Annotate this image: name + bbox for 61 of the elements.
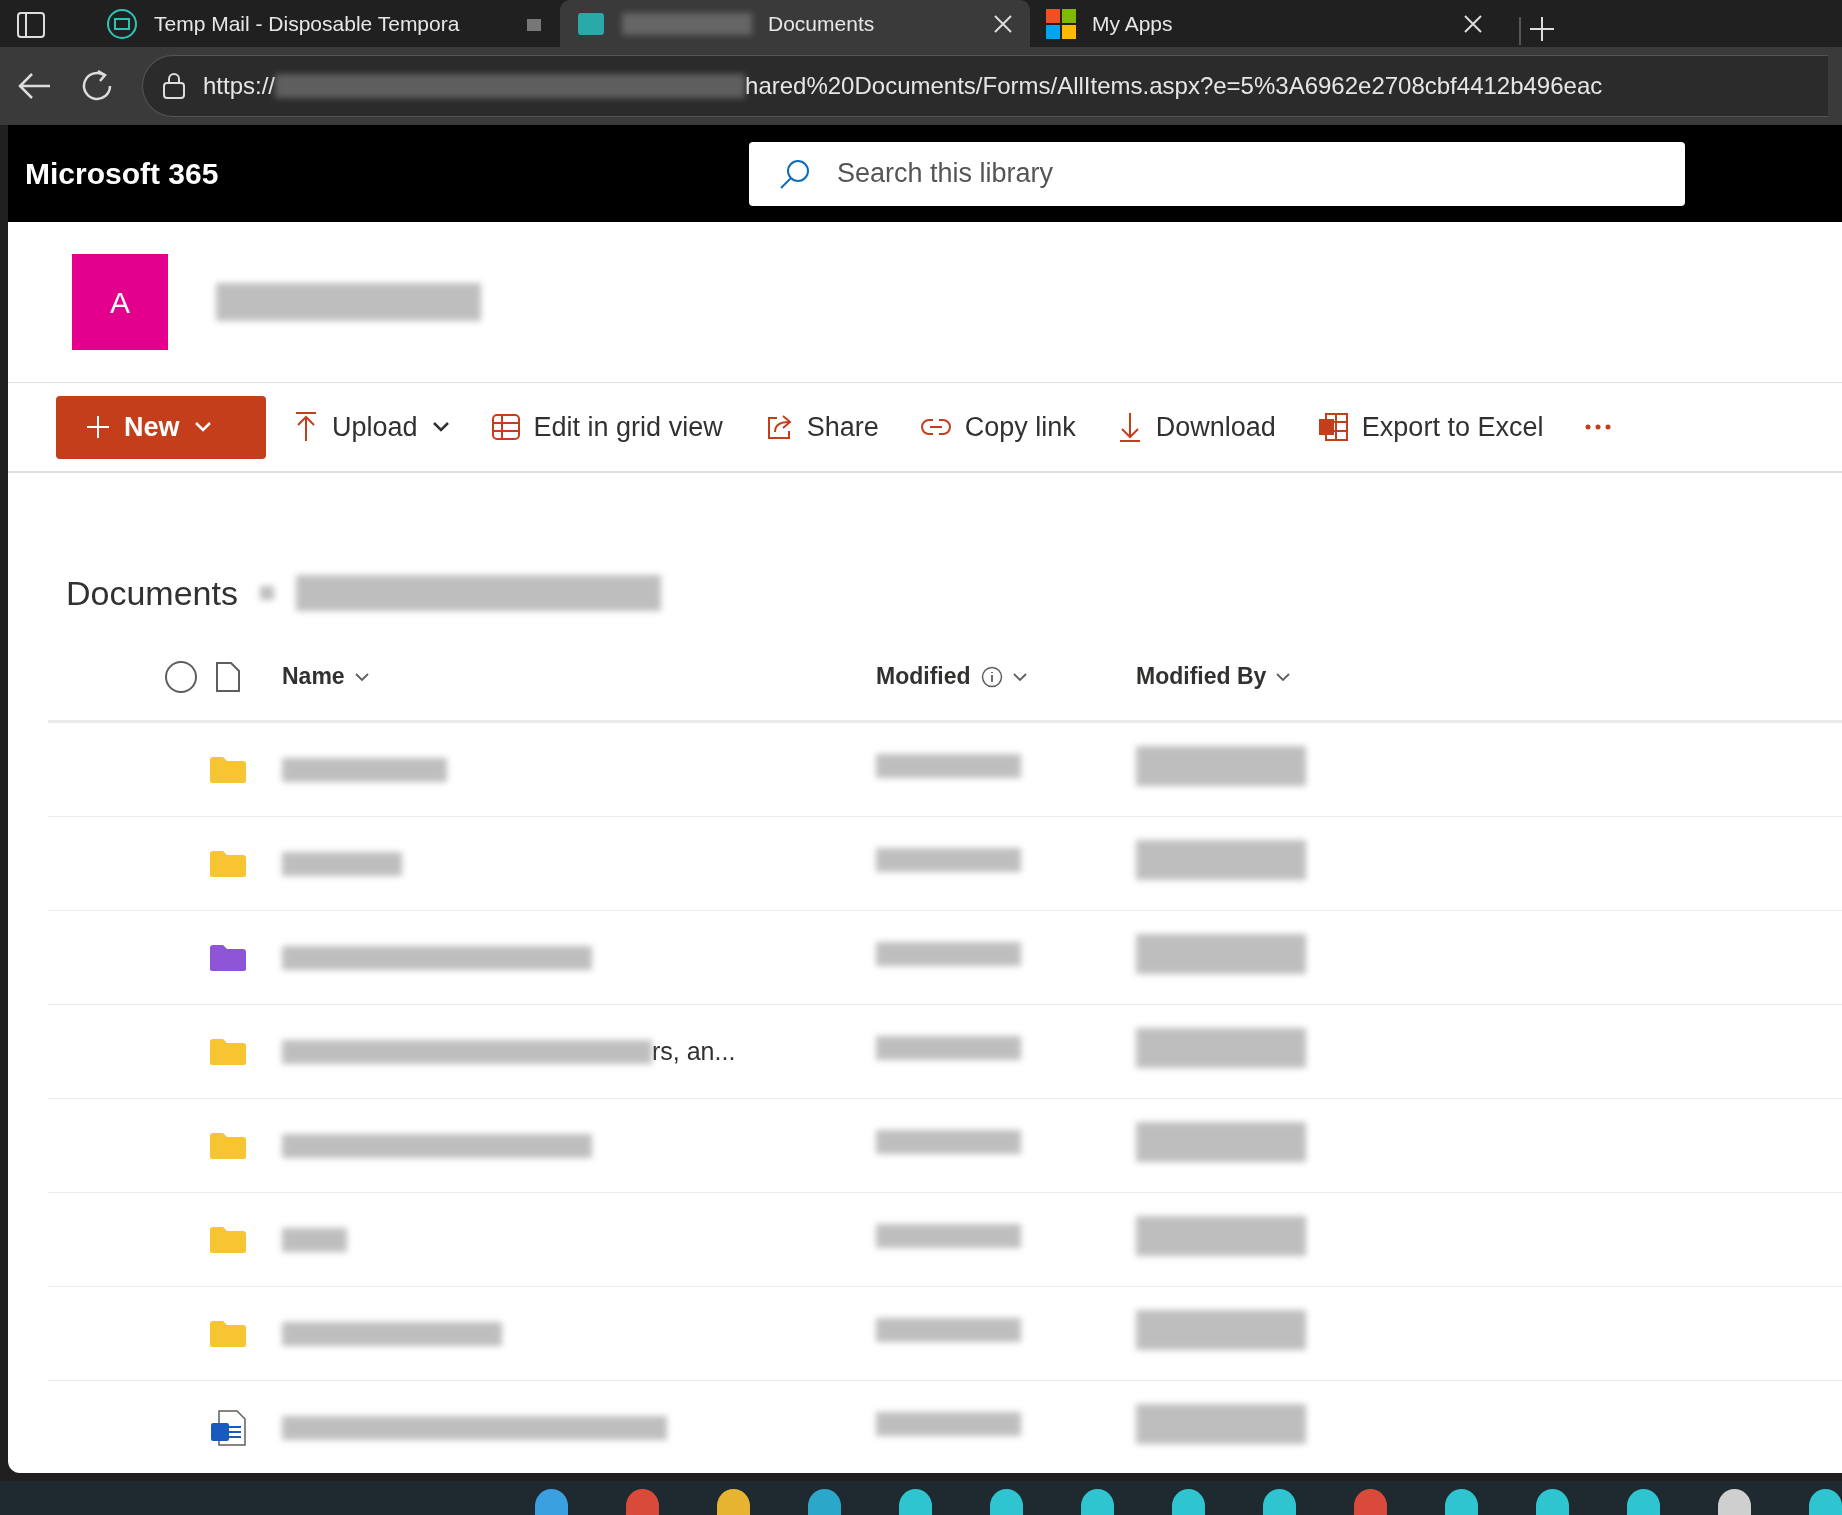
- url-text: hared%20Documents/Forms/AllItems.aspx?e=5%3A6962e2708cbf4412b496eac: [745, 71, 1603, 101]
- chevron-down-icon: [193, 421, 212, 433]
- site-avatar: A: [72, 254, 168, 350]
- close-icon[interactable]: [992, 12, 1014, 35]
- taskbar-icon[interactable]: [1627, 1489, 1660, 1515]
- upload-icon: [294, 411, 318, 443]
- separator-mark: [259, 586, 274, 600]
- url-text: https://: [203, 71, 276, 101]
- taskbar-icon[interactable]: [717, 1489, 750, 1515]
- pixelated-block: [282, 1227, 347, 1252]
- info-icon: [980, 665, 1003, 688]
- chevron-down-icon: [1276, 671, 1291, 682]
- browser-tab[interactable]: Temp Mail - Disposable Tempora: [90, 0, 560, 47]
- close-icon[interactable]: [1462, 12, 1484, 35]
- taskbar-icon[interactable]: [1263, 1489, 1296, 1515]
- taskbar-icon[interactable]: [1172, 1489, 1205, 1515]
- search-icon: [779, 157, 811, 190]
- column-header[interactable]: Modified: [876, 659, 1027, 694]
- plus-icon: [86, 415, 110, 439]
- grid-icon: [491, 414, 520, 440]
- chevron-down-icon: [431, 421, 450, 433]
- taskbar-icon[interactable]: [1081, 1489, 1114, 1515]
- search-box[interactable]: Search this library: [749, 141, 1685, 206]
- spreadsheet-icon: [1317, 413, 1348, 441]
- file-type-icon: [216, 661, 240, 692]
- command-button[interactable]: Export to Excel: [1303, 398, 1558, 456]
- taskbar-icon[interactable]: [535, 1489, 568, 1515]
- app-brand[interactable]: Microsoft 365: [25, 151, 749, 196]
- select-all-checkbox[interactable]: [164, 659, 198, 694]
- breadcrumb-item[interactable]: Documents: [66, 567, 238, 619]
- taskbar-icon[interactable]: [1445, 1489, 1478, 1515]
- chevron-down-icon: [354, 671, 369, 682]
- command-button[interactable]: New: [56, 395, 266, 459]
- lock-icon: [161, 72, 187, 100]
- envelope-icon: [106, 7, 138, 40]
- word-document-icon: [209, 1408, 247, 1447]
- tab-title: Documents: [768, 10, 875, 37]
- link-icon: [920, 417, 951, 437]
- taskbar-icon[interactable]: [1718, 1489, 1751, 1515]
- command-button[interactable]: Download: [1103, 398, 1290, 456]
- taskbar-icon[interactable]: [808, 1489, 841, 1515]
- column-header[interactable]: Name: [282, 659, 369, 694]
- command-button[interactable]: Copy link: [906, 398, 1090, 456]
- taskbar-icon[interactable]: [899, 1489, 932, 1515]
- command-button[interactable]: Share: [750, 398, 893, 456]
- address-bar[interactable]: https:// hared%20Documents/Forms/AllItems.aspx?e=5%3A6962e2708cbf4412b496eac: [142, 55, 1828, 117]
- browser-tab[interactable]: Documents: [560, 0, 1030, 47]
- tab-title: My Apps: [1092, 10, 1173, 37]
- grid-logo-icon: [1046, 8, 1076, 39]
- tab-title: Temp Mail - Disposable Tempora: [154, 10, 460, 37]
- browser-tab[interactable]: My Apps: [1030, 0, 1500, 47]
- column-header[interactable]: Modified By: [1136, 659, 1291, 694]
- chevron-down-icon: [1012, 671, 1027, 682]
- download-icon: [1117, 411, 1142, 443]
- command-button[interactable]: Upload: [280, 398, 464, 456]
- taskbar-icon[interactable]: [1536, 1489, 1569, 1515]
- more-icon: [1585, 424, 1612, 430]
- command-button[interactable]: Edit in grid view: [477, 398, 737, 456]
- taskbar-icon[interactable]: [1809, 1489, 1842, 1515]
- taskbar-icon[interactable]: [990, 1489, 1023, 1515]
- file-name[interactable]: rs, an...: [652, 1032, 736, 1071]
